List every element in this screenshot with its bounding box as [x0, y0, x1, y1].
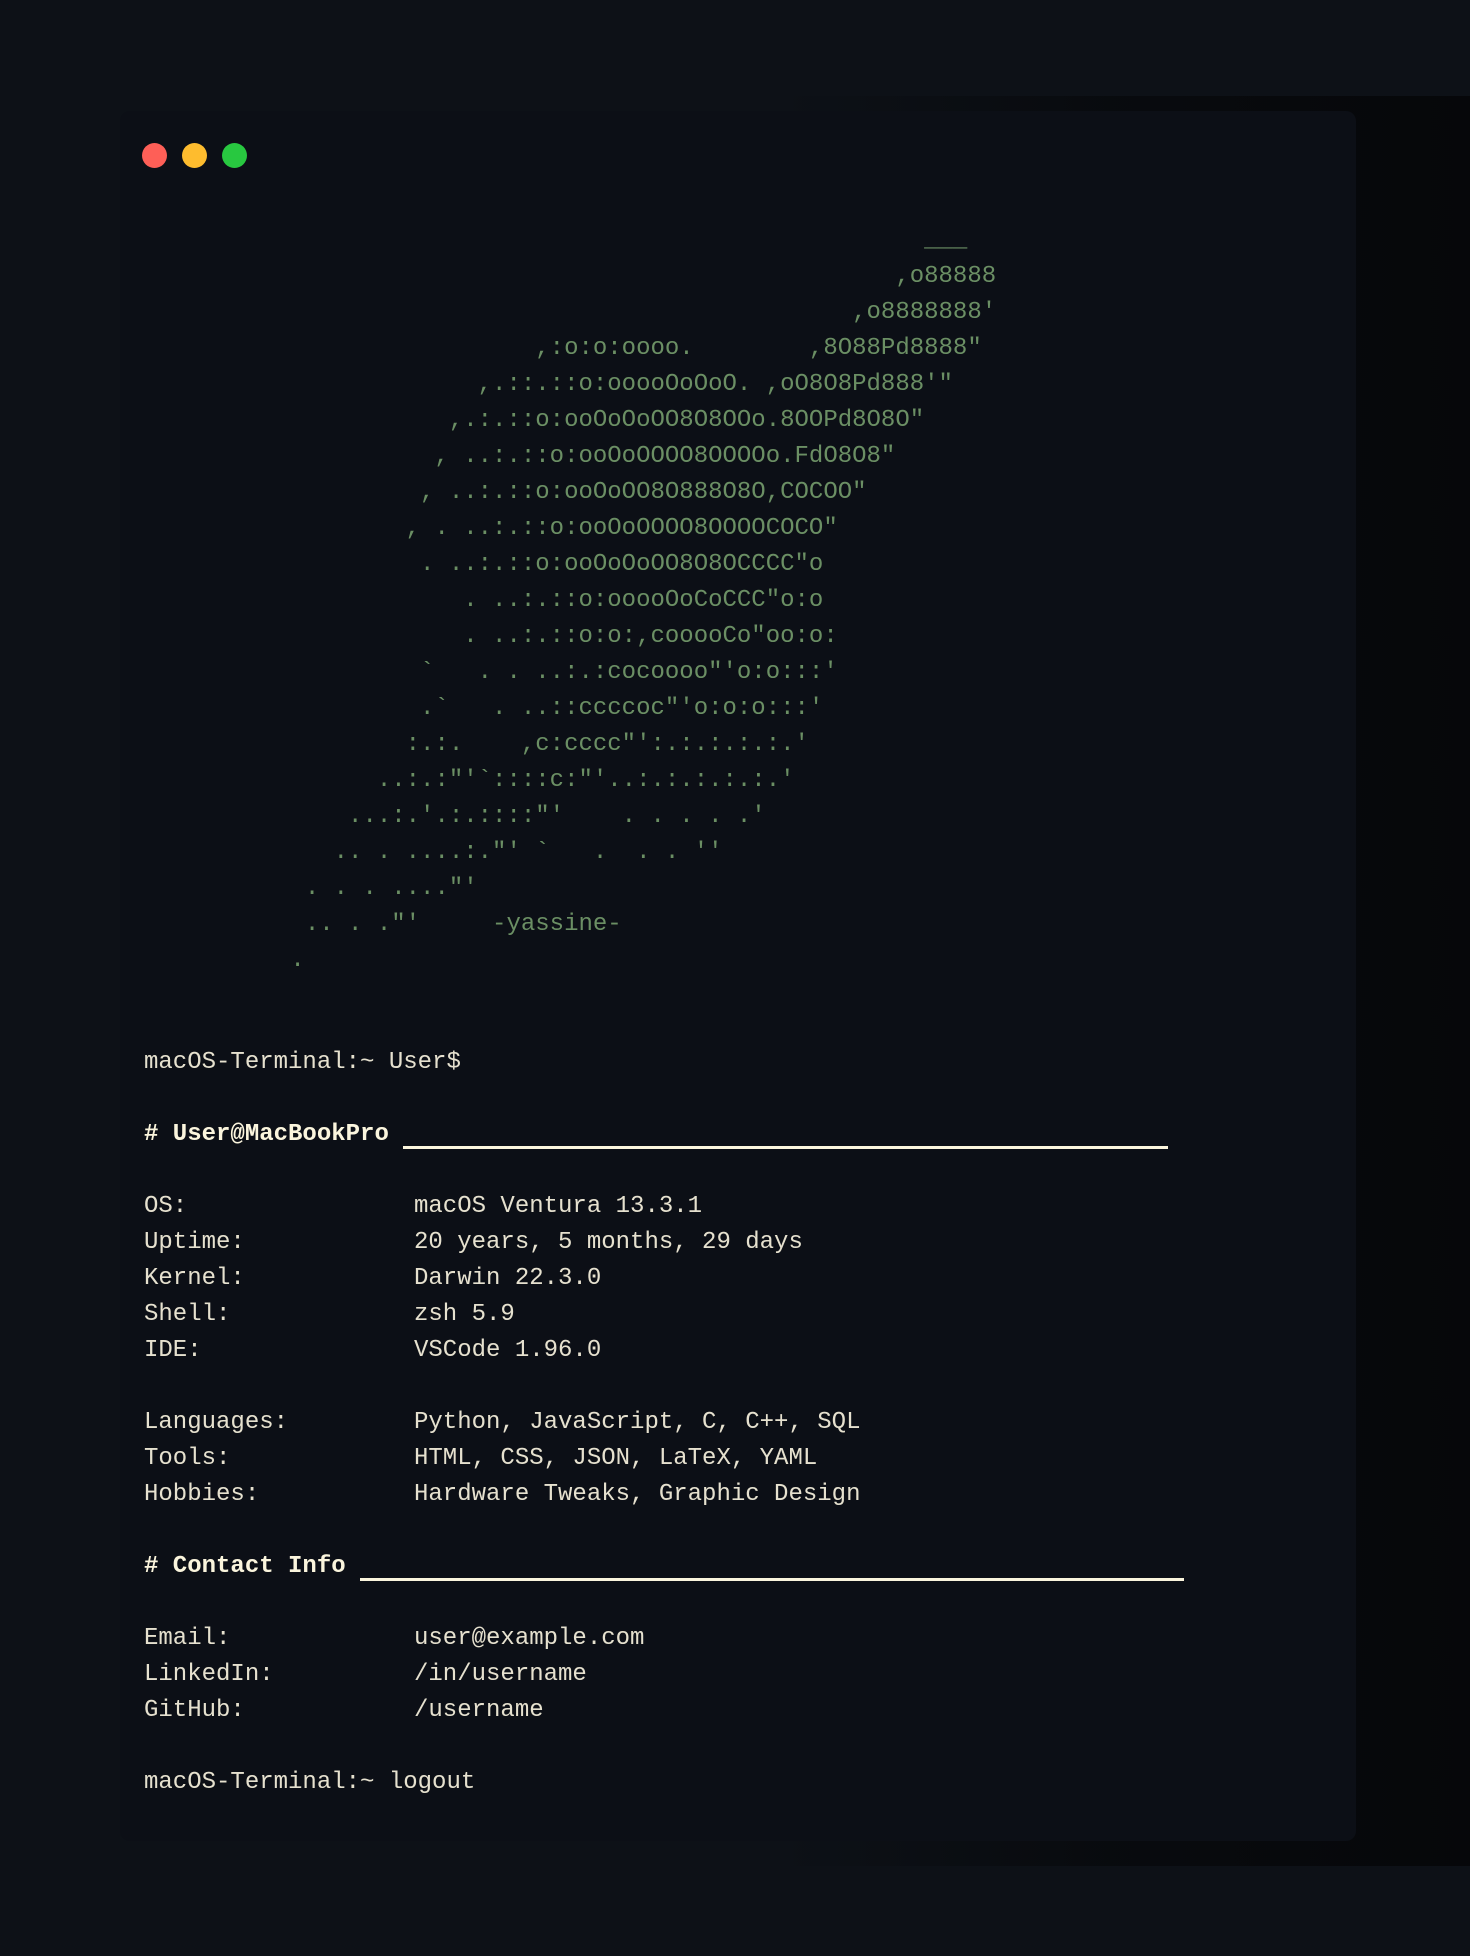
- info-label: Tools:: [144, 1445, 231, 1472]
- info-value: Darwin 22.3.0: [414, 1265, 602, 1292]
- info-row-ide: IDE: VSCode 1.96.0: [144, 1333, 1184, 1369]
- window-controls: [142, 143, 247, 168]
- contact-row-email: Email: user@example.com: [144, 1621, 1184, 1657]
- info-row-languages: Languages: Python, JavaScript, C, C++, S…: [144, 1405, 1184, 1441]
- contact-label: GitHub:: [144, 1697, 245, 1724]
- contact-label: Email:: [144, 1625, 231, 1652]
- info-row-kernel: Kernel: Darwin 22.3.0: [144, 1261, 1184, 1297]
- info-row-os: OS: macOS Ventura 13.3.1: [144, 1189, 1184, 1225]
- close-button[interactable]: [142, 143, 167, 168]
- info-value: Hardware Tweaks, Graphic Design: [414, 1481, 861, 1508]
- contact-value[interactable]: user@example.com: [414, 1621, 644, 1657]
- contact-heading-text: # Contact Info: [144, 1553, 346, 1580]
- system-heading-text: # User@MacBookPro: [144, 1121, 389, 1148]
- ascii-art-logo: ___ ,o88888 ,o8888888' ,:o:o:oooo. ,8O88…: [290, 227, 997, 974]
- info-value: HTML, CSS, JSON, LaTeX, YAML: [414, 1445, 818, 1472]
- info-row-hobbies: Hobbies: Hardware Tweaks, Graphic Design: [144, 1477, 1184, 1513]
- contact-label: LinkedIn:: [144, 1661, 274, 1688]
- info-value: Python, JavaScript, C, C++, SQL: [414, 1409, 861, 1436]
- info-label: Kernel:: [144, 1265, 245, 1292]
- info-row-tools: Tools: HTML, CSS, JSON, LaTeX, YAML: [144, 1441, 1184, 1477]
- prompt-line: macOS-Terminal:~ User$: [144, 1049, 461, 1076]
- info-row-shell: Shell: zsh 5.9: [144, 1297, 1184, 1333]
- heading-rule: [402, 1146, 1168, 1149]
- info-label: IDE:: [144, 1337, 202, 1364]
- info-value: macOS Ventura 13.3.1: [414, 1193, 703, 1220]
- info-label: Shell:: [144, 1301, 231, 1328]
- terminal-window: ___ ,o88888 ,o8888888' ,:o:o:oooo. ,8O88…: [120, 111, 1356, 1841]
- info-row-uptime: Uptime: 20 years, 5 months, 29 days: [144, 1225, 1184, 1261]
- info-label: Hobbies:: [144, 1481, 260, 1508]
- contact-row-linkedin: LinkedIn: /in/username: [144, 1657, 1184, 1693]
- info-label: Uptime:: [144, 1229, 245, 1256]
- minimize-button[interactable]: [182, 143, 207, 168]
- info-value: VSCode 1.96.0: [414, 1337, 602, 1364]
- info-value: 20 years, 5 months, 29 days: [414, 1229, 803, 1256]
- terminal-output: macOS-Terminal:~ User$ # User@MacBookPro…: [144, 1045, 1184, 1801]
- info-label: OS:: [144, 1193, 188, 1220]
- contact-row-github: GitHub: /username: [144, 1693, 1184, 1729]
- zoom-button[interactable]: [222, 143, 247, 168]
- contact-value[interactable]: /in/username: [414, 1657, 587, 1693]
- heading-rule: [359, 1578, 1184, 1581]
- system-heading: # User@MacBookPro: [144, 1117, 1168, 1153]
- info-label: Languages:: [144, 1409, 289, 1436]
- logout-line: macOS-Terminal:~ logout: [144, 1769, 476, 1796]
- contact-value[interactable]: /username: [414, 1693, 544, 1729]
- info-value: zsh 5.9: [414, 1301, 515, 1328]
- contact-heading: # Contact Info: [144, 1549, 1184, 1585]
